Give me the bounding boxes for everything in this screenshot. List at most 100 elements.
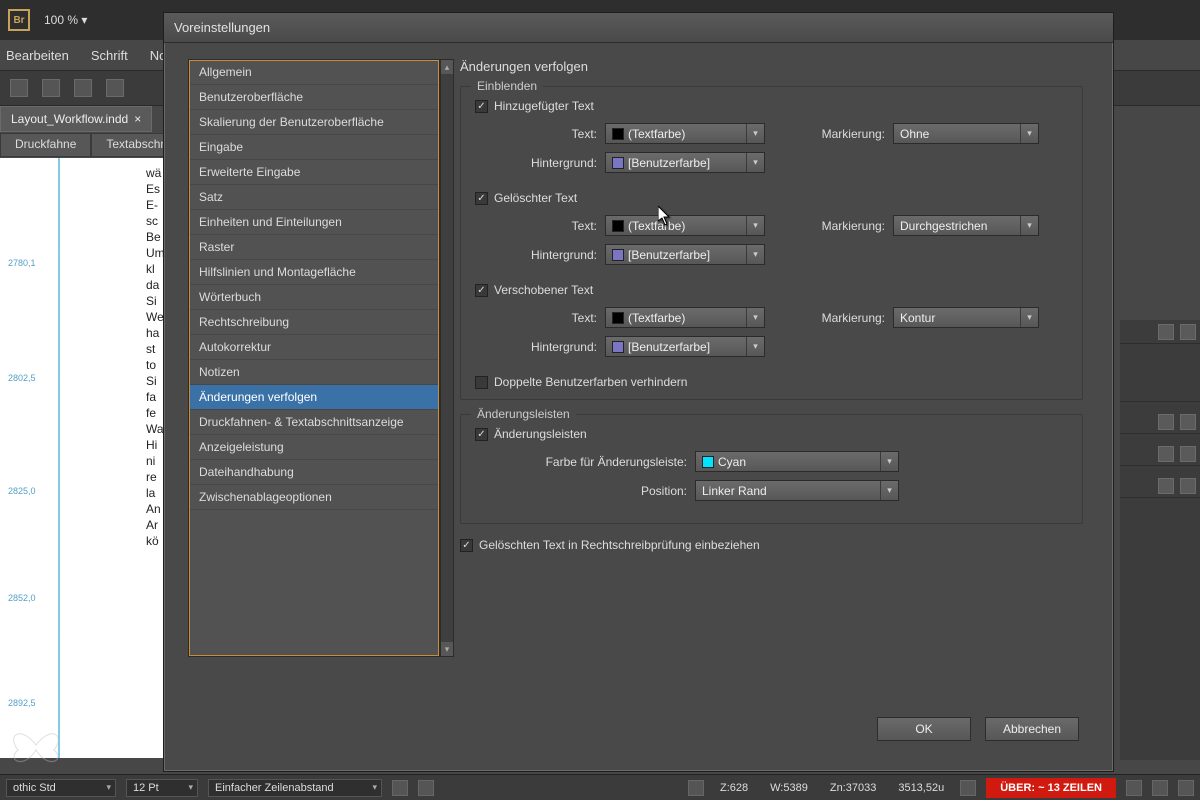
close-icon[interactable]: × (134, 112, 141, 126)
status-leading-dropdown[interactable]: Einfacher Zeilenabstand (208, 779, 382, 797)
bar-color-dropdown[interactable]: Cyan▾ (695, 451, 899, 472)
refresh-icon[interactable] (1152, 780, 1168, 796)
added-text-checkbox[interactable]: ✓ Hinzugefügter Text (475, 99, 1068, 113)
status-icon[interactable] (1178, 780, 1194, 796)
status-z: Z:628 (714, 782, 754, 794)
tool-icon[interactable] (10, 79, 28, 97)
status-icon[interactable] (418, 780, 434, 796)
background-label: Hintergrund: (495, 340, 597, 354)
document-tab[interactable]: Layout_Workflow.indd × (0, 106, 152, 132)
added-text-color-dropdown[interactable]: (Textfarbe)▾ (605, 123, 765, 144)
change-bars-checkbox[interactable]: ✓ Änderungsleisten (475, 427, 1068, 441)
zoom-level[interactable]: 100 % ▾ (44, 13, 87, 27)
category-item[interactable]: Notizen (189, 360, 439, 385)
category-item[interactable]: Skalierung der Benutzeroberfläche (189, 110, 439, 135)
category-sidebar: AllgemeinBenutzeroberflächeSkalierung de… (188, 59, 440, 657)
panel-icon[interactable] (1180, 414, 1196, 430)
menu-font[interactable]: Schrift (91, 48, 128, 63)
marking-label: Markierung: (807, 127, 885, 141)
color-swatch (612, 341, 624, 353)
bar-color-label: Farbe für Änderungsleiste: (495, 455, 687, 469)
category-item[interactable]: Raster (189, 235, 439, 260)
category-item[interactable]: Erweiterte Eingabe (189, 160, 439, 185)
added-marking-dropdown[interactable]: Ohne▾ (893, 123, 1039, 144)
deleted-marking-dropdown[interactable]: Durchgestrichen▾ (893, 215, 1039, 236)
status-icon[interactable] (1126, 780, 1142, 796)
content-heading: Änderungen verfolgen (460, 59, 1083, 74)
deleted-text-checkbox[interactable]: ✓ Gelöschter Text (475, 191, 1068, 205)
category-item[interactable]: Einheiten und Einteilungen (189, 210, 439, 235)
category-item[interactable]: Satz (189, 185, 439, 210)
color-swatch (612, 220, 624, 232)
category-item[interactable]: Zwischenablageoptionen (189, 485, 439, 510)
panel-icon[interactable] (1158, 478, 1174, 494)
status-total: 3513,52u (892, 782, 950, 794)
bar-position-label: Position: (495, 484, 687, 498)
text-label: Text: (495, 127, 597, 141)
ok-button[interactable]: OK (877, 717, 971, 741)
prevent-duplicate-colors-checkbox[interactable]: Doppelte Benutzerfarben verhindern (475, 375, 1068, 389)
background-label: Hintergrund: (495, 248, 597, 262)
chevron-down-icon: ▾ (880, 452, 898, 471)
ruler-mark: 2802,5 (8, 373, 36, 383)
category-item[interactable]: Rechtschreibung (189, 310, 439, 335)
panel-icon[interactable] (1158, 324, 1174, 340)
color-swatch (612, 128, 624, 140)
checkbox-label: Verschobener Text (494, 283, 593, 297)
category-item[interactable]: Anzeigeleistung (189, 435, 439, 460)
panel-icon[interactable] (1158, 414, 1174, 430)
added-background-dropdown[interactable]: [Benutzerfarbe]▾ (605, 152, 765, 173)
scroll-down-icon[interactable]: ▾ (441, 642, 453, 656)
marking-label: Markierung: (807, 311, 885, 325)
bar-position-dropdown[interactable]: Linker Rand▾ (695, 480, 899, 501)
category-item[interactable]: Druckfahnen- & Textabschnittsanzeige (189, 410, 439, 435)
cancel-button[interactable]: Abbrechen (985, 717, 1079, 741)
deleted-background-dropdown[interactable]: [Benutzerfarbe]▾ (605, 244, 765, 265)
status-size-dropdown[interactable]: 12 Pt (126, 779, 198, 797)
status-bar: othic Std 12 Pt Einfacher Zeilenabstand … (0, 774, 1200, 800)
tool-icon[interactable] (74, 79, 92, 97)
menu-edit[interactable]: Bearbeiten (6, 48, 69, 63)
bridge-icon[interactable]: Br (8, 9, 30, 31)
chevron-down-icon: ▾ (746, 337, 764, 356)
background-label: Hintergrund: (495, 156, 597, 170)
panel-icon[interactable] (1180, 478, 1196, 494)
category-item[interactable]: Eingabe (189, 135, 439, 160)
moved-text-checkbox[interactable]: ✓ Verschobener Text (475, 283, 1068, 297)
dialog-button-row: OK Abbrechen (877, 717, 1079, 741)
status-icon[interactable] (392, 780, 408, 796)
include-deleted-in-spellcheck-checkbox[interactable]: ✓ Gelöschten Text in Rechtschreibprüfung… (460, 538, 1083, 552)
category-item[interactable]: Wörterbuch (189, 285, 439, 310)
status-icon[interactable] (960, 780, 976, 796)
moved-marking-dropdown[interactable]: Kontur▾ (893, 307, 1039, 328)
category-list[interactable]: AllgemeinBenutzeroberflächeSkalierung de… (188, 59, 440, 657)
moved-background-dropdown[interactable]: [Benutzerfarbe] ▾ (605, 336, 765, 357)
ruler-mark: 2892,5 (8, 698, 36, 708)
group-title: Änderungsleisten (471, 407, 576, 421)
scroll-track[interactable] (441, 74, 453, 642)
text-label: Text: (495, 311, 597, 325)
mode-tab-galley[interactable]: Druckfahne (0, 133, 91, 157)
status-icon[interactable] (688, 780, 704, 796)
category-item[interactable]: Änderungen verfolgen (189, 385, 439, 410)
deleted-text-color-dropdown[interactable]: (Textfarbe)▾ (605, 215, 765, 236)
status-font-dropdown[interactable]: othic Std (6, 779, 116, 797)
moved-text-color-dropdown[interactable]: (Textfarbe)▾ (605, 307, 765, 328)
tool-icon[interactable] (42, 79, 60, 97)
overset-indicator[interactable]: ÜBER: ~ 13 ZEILEN (986, 778, 1116, 798)
dropdown-value: [Benutzerfarbe] (628, 340, 710, 354)
document-tabs: Layout_Workflow.indd × (0, 106, 152, 132)
panel-icon[interactable] (1180, 446, 1196, 462)
scroll-up-icon[interactable]: ▴ (441, 60, 453, 74)
dialog-titlebar[interactable]: Voreinstellungen (164, 13, 1113, 43)
category-item[interactable]: Dateihandhabung (189, 460, 439, 485)
panel-icon[interactable] (1180, 324, 1196, 340)
category-item[interactable]: Allgemein (189, 60, 439, 85)
category-item[interactable]: Benutzeroberfläche (189, 85, 439, 110)
category-item[interactable]: Hilfslinien und Montagefläche (189, 260, 439, 285)
category-scrollbar[interactable]: ▴ ▾ (440, 59, 454, 657)
panel-icon[interactable] (1158, 446, 1174, 462)
category-item[interactable]: Autokorrektur (189, 335, 439, 360)
preferences-content: Änderungen verfolgen Einblenden ✓ Hinzug… (460, 59, 1083, 713)
print-icon[interactable] (106, 79, 124, 97)
